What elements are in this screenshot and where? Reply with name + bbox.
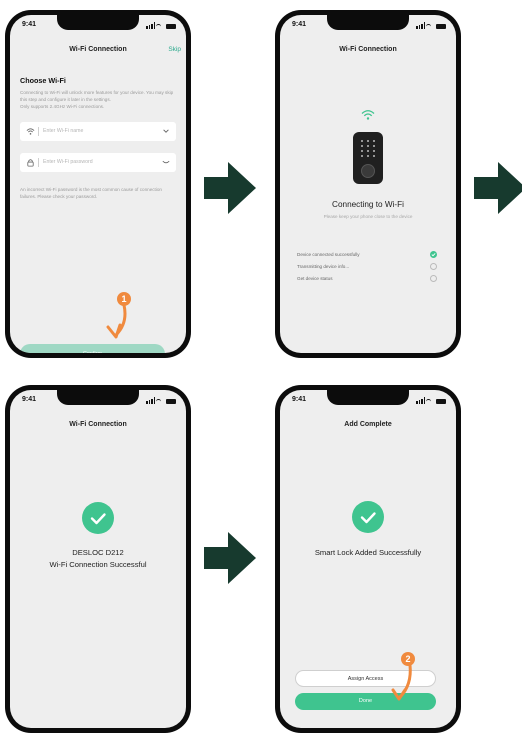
step-label: Device connected successfully [297,252,360,257]
notch [327,15,409,30]
keypad-icon [361,140,375,157]
step-label: Transmitting device info... [297,264,350,269]
curved-arrow-icon [106,303,127,339]
section-heading: Choose Wi-Fi [20,76,66,85]
pending-icon [430,275,437,282]
battery-icon [436,24,446,29]
loading-icon [430,263,437,270]
phone-wifi-success: 9:41 Wi-Fi Connection DESLOC D212 Wi-Fi … [5,385,191,733]
connecting-heading: Connecting to Wi-Fi [332,200,404,209]
wifi-icon [26,128,35,135]
skip-link[interactable]: Skip [168,46,181,53]
wifi-status-icon [156,24,161,29]
battery-icon [166,24,176,29]
screen-wifi-success: 9:41 Wi-Fi Connection DESLOC D212 Wi-Fi … [10,390,186,728]
wifi-password-field[interactable]: Enter Wi-Fi password [20,153,176,172]
flow-arrow-2 [474,162,522,219]
curved-arrow-icon [391,663,412,701]
page-title: Wi-Fi Connection [69,46,127,53]
battery-icon [166,399,176,404]
support-note: Only supports 2.4GHz Wi-Fi connections. [20,104,105,110]
page-title: Wi-Fi Connection [69,421,127,428]
success-message: Wi-Fi Connection Successful [49,560,147,569]
device-name: DESLOC D212 [72,548,124,557]
smart-lock-image [353,132,383,184]
page-title: Add Complete [344,421,392,428]
eye-closed-icon[interactable] [162,158,170,166]
status-time: 9:41 [292,21,307,28]
password-warning: An incorrect Wi-Fi password is the most … [20,187,162,200]
success-check-icon [352,501,384,533]
chevron-down-icon[interactable] [162,127,170,135]
battery-icon [436,399,446,404]
status-icons [146,21,176,30]
screen-add-complete: 9:41 Add Complete Smart Lock Added Succe… [280,390,456,728]
wifi-name-placeholder: Enter Wi-Fi name [43,128,84,134]
right-arrow-icon [474,162,522,214]
status-icons [416,396,446,405]
wifi-status-icon [156,399,161,404]
lock-icon [27,159,34,167]
notch [57,15,139,30]
wifi-status-icon [426,24,431,29]
check-icon [430,251,437,258]
status-time: 9:41 [22,21,37,28]
phone-connecting: 9:41 Wi-Fi Connection Connecting to Wi-F… [275,10,461,358]
success-message: Smart Lock Added Successfully [314,548,422,557]
flow-arrow-1 [204,162,256,219]
wifi-status-icon [426,399,431,404]
status-time: 9:41 [292,396,307,403]
right-arrow-icon [204,162,256,214]
flow-arrow-3 [204,532,256,589]
phone-wifi-setup: 9:41 Wi-Fi Connection Skip Choose Wi-Fi … [5,10,191,358]
right-arrow-icon [204,532,256,584]
phone-add-complete: 9:41 Add Complete Smart Lock Added Succe… [275,385,461,733]
description-text: Connecting to Wi-Fi will unlock more fea… [20,90,174,103]
description: Connecting to Wi-Fi will unlock more fea… [20,89,178,111]
step-label: Get device status [297,276,333,281]
wifi-password-placeholder: Enter Wi-Fi password [43,159,93,165]
success-check-icon [82,502,114,534]
wifi-signal-icon [361,110,375,120]
screen-wifi-setup: 9:41 Wi-Fi Connection Skip Choose Wi-Fi … [10,15,186,353]
screen-connecting: 9:41 Wi-Fi Connection Connecting to Wi-F… [280,15,456,353]
connecting-subtitle: Please keep your phone close to the devi… [323,214,413,219]
status-time: 9:41 [22,396,37,403]
status-icons [146,396,176,405]
confirm-button[interactable]: Confirm [20,344,165,353]
wifi-name-field[interactable]: Enter Wi-Fi name [20,122,176,141]
page-title: Wi-Fi Connection [339,46,397,53]
lock-knob [361,164,375,178]
status-icons [416,21,446,30]
notch [327,390,409,405]
notch [57,390,139,405]
